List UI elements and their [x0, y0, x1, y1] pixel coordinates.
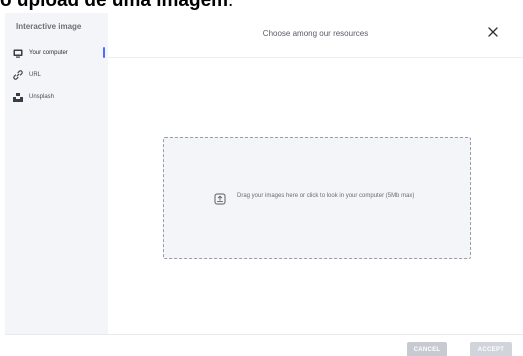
close-button[interactable]: [483, 23, 503, 43]
page-heading-tail: .: [228, 0, 234, 11]
modal-footer: CANCEL ACCEPT: [5, 334, 523, 356]
active-item-indicator: [103, 47, 105, 58]
link-icon: [13, 70, 23, 80]
interactive-image-modal: Interactive image Your computer URL Unsp…: [5, 13, 523, 356]
sidebar-item-label: Your computer: [29, 50, 68, 56]
computer-icon: [13, 48, 23, 58]
page: o upload de uma imagem. Interactive imag…: [0, 0, 523, 356]
upload-dropzone[interactable]: Drag your images here or click to look i…: [163, 137, 471, 259]
modal-title: Choose among our resources: [262, 29, 369, 38]
sidebar: Interactive image Your computer URL Unsp…: [5, 13, 108, 334]
cancel-button[interactable]: CANCEL: [407, 342, 447, 356]
close-icon: [488, 24, 498, 42]
sidebar-title: Interactive image: [16, 22, 82, 31]
sidebar-item-label: Unsplash: [29, 94, 55, 100]
sidebar-item-url[interactable]: URL: [13, 68, 41, 82]
accept-button[interactable]: ACCEPT: [470, 342, 512, 356]
sidebar-item-label: URL: [29, 72, 42, 78]
page-heading: o upload de uma imagem.: [0, 0, 233, 12]
modal-header: Choose among our resources: [108, 13, 523, 58]
sidebar-item-your-computer[interactable]: Your computer: [13, 46, 68, 60]
unsplash-icon: [13, 92, 23, 102]
dropzone-instructions: Drag your images here or click to look i…: [237, 193, 415, 199]
upload-file-icon: [214, 192, 226, 205]
page-heading-bold: o upload de uma imagem: [0, 0, 229, 11]
sidebar-item-unsplash[interactable]: Unsplash: [13, 90, 54, 104]
